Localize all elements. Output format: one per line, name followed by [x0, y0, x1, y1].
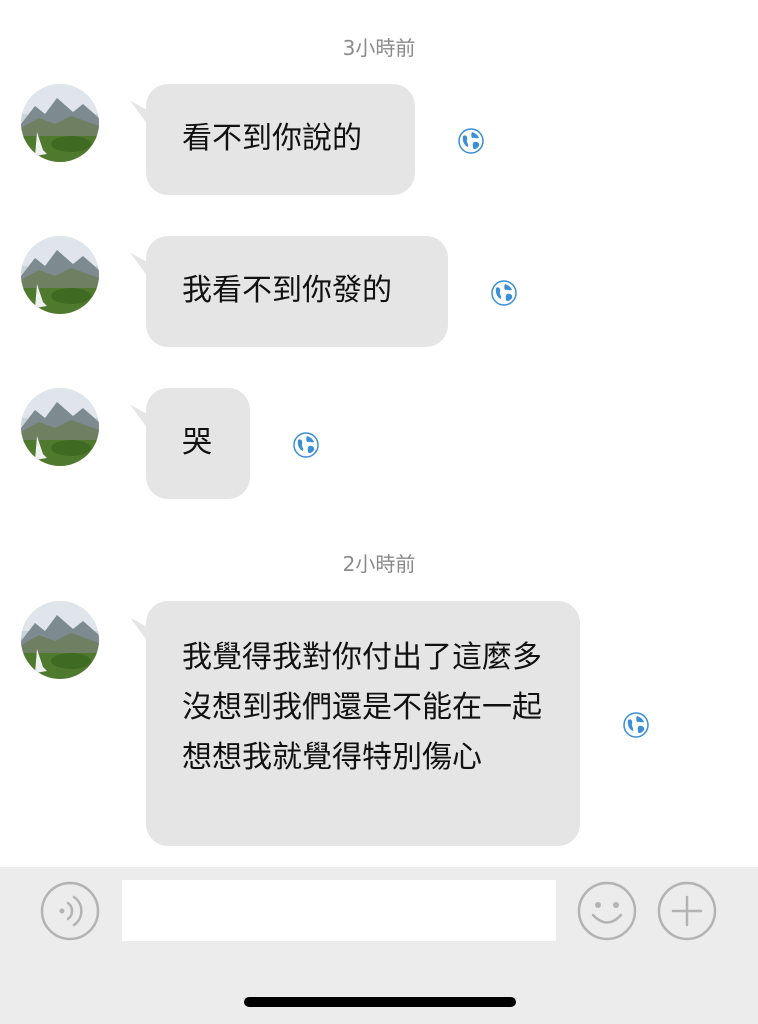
message-bubble[interactable]: 哭 — [146, 388, 250, 499]
home-indicator[interactable] — [244, 997, 516, 1007]
avatar[interactable] — [21, 84, 99, 162]
message-text: 我覺得我對你付出了這麼多沒想到我們還是不能在一起想想我就覺得特別傷心 — [182, 640, 542, 775]
timestamp: 2小時前 — [342, 552, 416, 576]
message-bubble[interactable]: 看不到你說的 — [146, 84, 415, 195]
globe-icon[interactable] — [458, 128, 484, 154]
chat-screen: 3小時前 看不到你說的 我看不到你發的 哭 2小時前 我覺得我對你付出了這麼多沒… — [0, 0, 758, 1024]
smiley-icon — [577, 881, 637, 941]
timestamp: 3小時前 — [342, 36, 416, 60]
message-text: 看不到你說的 — [182, 121, 362, 156]
avatar[interactable] — [21, 236, 99, 314]
globe-icon[interactable] — [623, 712, 649, 738]
globe-icon[interactable] — [293, 432, 319, 458]
avatar[interactable] — [21, 601, 99, 679]
plus-icon — [657, 881, 717, 941]
voice-input-button[interactable] — [40, 881, 100, 941]
globe-icon[interactable] — [491, 280, 517, 306]
message-bubble[interactable]: 我看不到你發的 — [146, 236, 448, 347]
avatar[interactable] — [21, 388, 99, 466]
message-bubble[interactable]: 我覺得我對你付出了這麼多沒想到我們還是不能在一起想想我就覺得特別傷心 — [146, 601, 580, 846]
more-options-button[interactable] — [656, 880, 718, 942]
message-text: 哭 — [182, 425, 212, 460]
message-input[interactable] — [122, 880, 556, 941]
input-bar — [0, 867, 758, 1024]
message-text: 我看不到你發的 — [182, 273, 392, 308]
voice-icon — [40, 881, 100, 941]
emoji-button[interactable] — [576, 880, 638, 942]
